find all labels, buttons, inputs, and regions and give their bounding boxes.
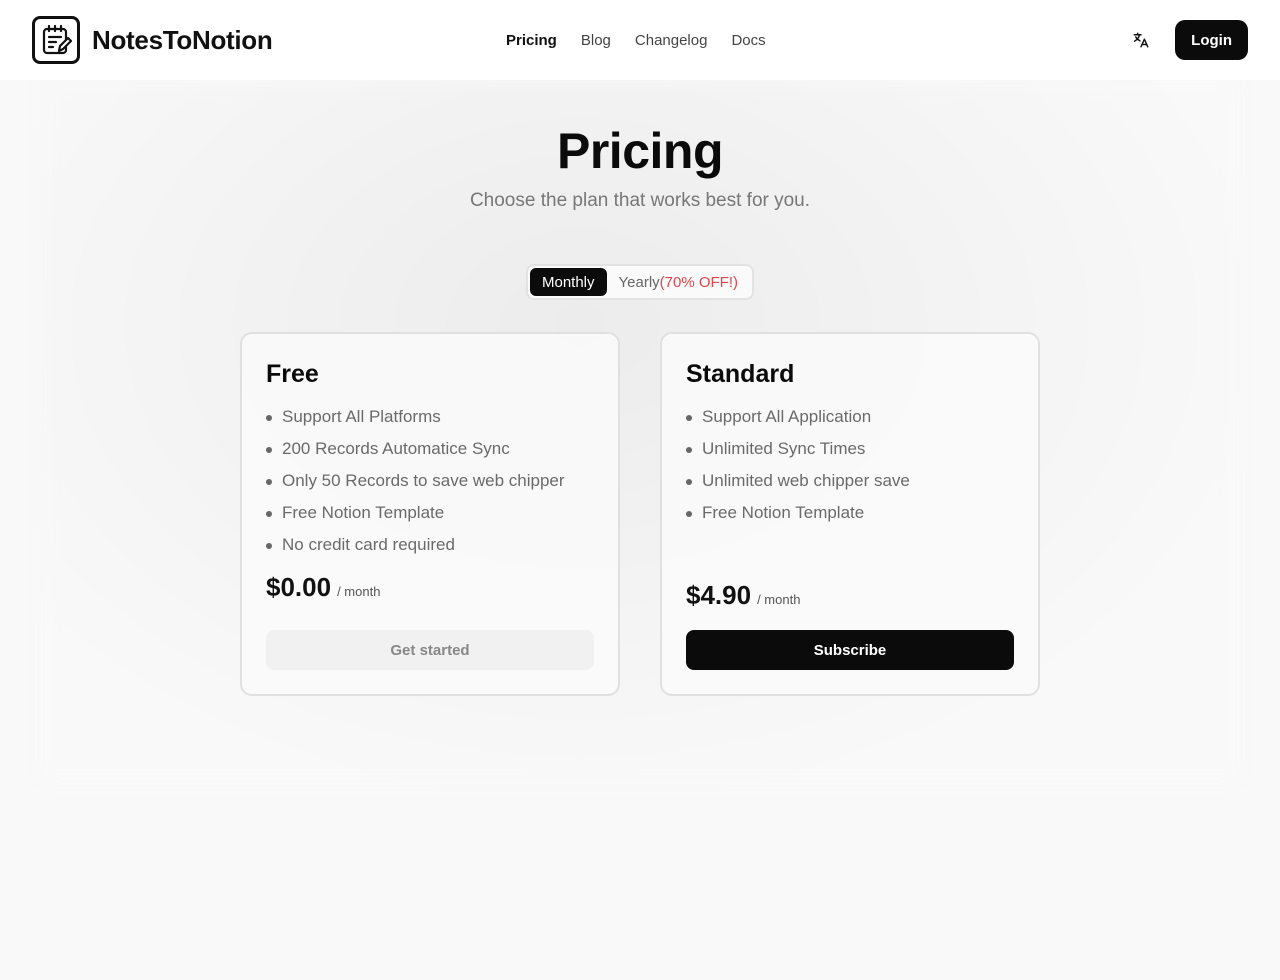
plan-title: Standard <box>686 360 795 388</box>
page-subtitle: Choose the plan that works best for you. <box>469 190 811 211</box>
yearly-discount-badge: (70% OFF!) <box>659 273 738 291</box>
notepad-pencil-icon <box>32 16 80 64</box>
feature-item: Only 50 Records to save web chipper <box>266 465 594 497</box>
plan-price: $0.00 <box>266 572 332 602</box>
feature-list: Support All Platforms 200 Records Automa… <box>266 401 594 561</box>
nav-item-pricing[interactable]: Pricing <box>506 32 557 49</box>
plan-cards: Free Support All Platforms 200 Records A… <box>240 332 1040 696</box>
price-row: $0.00 / month <box>266 572 380 603</box>
brand[interactable]: NotesToNotion <box>32 16 273 64</box>
price-row: $4.90 / month <box>686 580 800 611</box>
nav-item-docs[interactable]: Docs <box>731 32 765 49</box>
brand-name: NotesToNotion <box>92 24 273 55</box>
main-nav: Pricing Blog Changelog Docs <box>506 0 766 80</box>
billing-toggle: Monthly Yearly (70% OFF!) <box>525 264 754 300</box>
plan-card-free: Free Support All Platforms 200 Records A… <box>240 332 620 696</box>
nav-item-blog[interactable]: Blog <box>581 32 611 49</box>
plan-price: $4.90 <box>686 580 752 610</box>
feature-item: Free Notion Template <box>686 497 1014 529</box>
feature-item: 200 Records Automatice Sync <box>266 433 594 465</box>
nav-item-changelog[interactable]: Changelog <box>635 32 708 49</box>
login-button[interactable]: Login <box>1175 20 1248 60</box>
toggle-yearly[interactable]: Yearly (70% OFF!) <box>607 268 750 296</box>
subscribe-button[interactable]: Subscribe <box>686 630 1014 670</box>
toggle-monthly[interactable]: Monthly <box>529 268 607 296</box>
feature-item: Support All Application <box>686 401 1014 433</box>
plan-title: Free <box>266 360 319 388</box>
get-started-button[interactable]: Get started <box>266 630 594 670</box>
header-actions: Login <box>1131 20 1248 60</box>
plan-period: / month <box>337 584 381 599</box>
feature-item: Unlimited Sync Times <box>686 433 1014 465</box>
top-header: NotesToNotion Pricing Blog Changelog Doc… <box>0 0 1280 80</box>
plan-period: / month <box>757 592 801 607</box>
translate-icon[interactable] <box>1131 30 1151 50</box>
page-title: Pricing <box>557 123 723 179</box>
toggle-monthly-label: Monthly <box>541 273 595 291</box>
feature-item: No credit card required <box>266 529 594 561</box>
toggle-yearly-label: Yearly <box>618 273 660 291</box>
feature-item: Free Notion Template <box>266 497 594 529</box>
feature-item: Unlimited web chipper save <box>686 465 1014 497</box>
feature-list: Support All Application Unlimited Sync T… <box>686 401 1014 529</box>
plan-card-standard: Standard Support All Application Unlimit… <box>660 332 1040 696</box>
feature-item: Support All Platforms <box>266 401 594 433</box>
